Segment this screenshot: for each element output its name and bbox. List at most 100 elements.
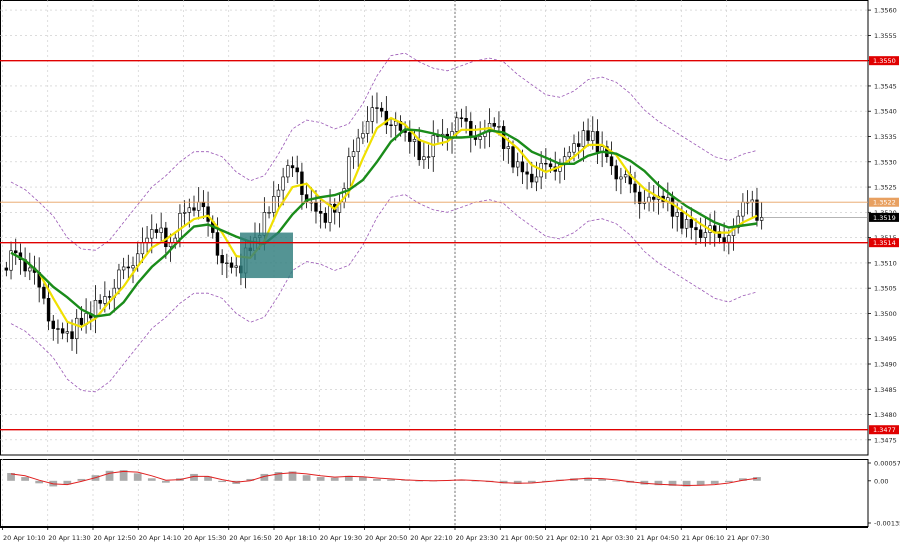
candlestick — [94, 285, 97, 333]
candle-body — [108, 297, 111, 298]
candlestick — [751, 191, 754, 218]
candle-body — [366, 121, 369, 133]
price-tick-label: 1.3480 — [874, 411, 897, 419]
candle-body — [568, 152, 571, 157]
histogram-bar — [106, 471, 114, 481]
candle-body — [28, 268, 31, 271]
candlestick — [361, 121, 364, 144]
candle-body — [544, 163, 547, 164]
candle-body — [460, 118, 463, 119]
candle-body — [408, 132, 411, 141]
candle-body — [723, 238, 726, 243]
candlestick — [296, 156, 299, 184]
candlestick — [380, 102, 383, 117]
histogram-bar — [697, 481, 705, 485]
candle-body — [197, 202, 200, 210]
candlestick — [66, 323, 69, 343]
candle-body — [272, 196, 275, 212]
candlestick — [75, 309, 78, 354]
time-tick-label: 20 Apr 16:50 — [229, 534, 271, 542]
candle-body — [652, 197, 655, 199]
candle-body — [160, 228, 163, 233]
candlestick — [127, 255, 130, 280]
candle-body — [413, 139, 416, 141]
histogram-bar — [331, 478, 339, 481]
candle-body — [216, 233, 219, 256]
candlestick — [193, 196, 196, 217]
price-tick-label: 1.3525 — [874, 184, 897, 192]
candlestick — [643, 190, 646, 209]
candle-body — [80, 318, 83, 324]
candle-body — [582, 131, 585, 147]
candlestick — [5, 262, 8, 276]
oscillator-panel: 0.000570.00-0.00135 — [1, 459, 900, 528]
candlestick — [52, 315, 55, 341]
candlestick — [652, 185, 655, 212]
candle-body — [5, 268, 8, 270]
time-tick-label: 21 Apr 02:10 — [546, 534, 588, 542]
price-tick-label: 1.3555 — [874, 32, 897, 40]
price-level-label: 1.3477 — [873, 426, 896, 434]
candle-body — [741, 202, 744, 216]
candle-body — [207, 207, 210, 222]
candle-body — [150, 230, 153, 239]
price-level-label: 1.3550 — [873, 57, 896, 65]
candle-body — [300, 172, 303, 195]
main-price-panel: 1.34751.34801.34851.34901.34951.35001.35… — [0, 0, 899, 455]
candle-body — [286, 166, 289, 177]
candle-body — [66, 332, 69, 334]
candle-body — [103, 297, 106, 304]
candlestick — [38, 257, 41, 302]
candle-body — [361, 133, 364, 138]
price-tick-label: 1.3510 — [874, 259, 897, 267]
price-tick-label: 1.3560 — [874, 7, 897, 15]
candlestick — [554, 152, 557, 181]
candle-body — [352, 152, 355, 157]
candle-body — [347, 157, 350, 189]
price-tick-label: 1.3540 — [874, 108, 897, 116]
candle-body — [155, 230, 158, 233]
candle-body — [61, 329, 64, 334]
candlestick — [221, 249, 224, 275]
candlestick — [718, 225, 721, 243]
time-tick-label: 20 Apr 19:30 — [320, 534, 362, 542]
histogram-bar — [725, 481, 733, 482]
time-tick-label: 20 Apr 20:50 — [365, 534, 407, 542]
candle-body — [479, 137, 482, 140]
price-tick-label: 1.3505 — [874, 285, 897, 293]
time-tick-label: 21 Apr 03:30 — [591, 534, 633, 542]
candle-body — [704, 233, 707, 238]
candle-body — [699, 230, 702, 238]
candlestick — [235, 257, 238, 277]
candle-body — [230, 263, 233, 268]
histogram-bar — [21, 477, 29, 481]
candlestick — [230, 257, 233, 274]
candle-body — [535, 177, 538, 182]
candlestick — [146, 226, 149, 255]
candle-body — [179, 213, 182, 238]
candlestick — [85, 298, 88, 333]
candle-body — [727, 236, 730, 243]
candle-body — [493, 123, 496, 126]
candle-body — [324, 213, 327, 222]
candle-body — [390, 125, 393, 126]
candle-body — [52, 321, 55, 329]
candle-body — [291, 166, 294, 168]
price-tick-label: 1.3535 — [874, 133, 897, 141]
candle-body — [432, 135, 435, 156]
candlestick — [268, 206, 271, 218]
candle-body — [422, 157, 425, 160]
candlestick — [207, 192, 210, 237]
candle-body — [680, 212, 683, 228]
time-tick-label: 20 Apr 22:10 — [410, 534, 452, 542]
candle-body — [221, 255, 224, 263]
candle-body — [455, 118, 458, 132]
candle-body — [282, 177, 285, 190]
candlestick — [57, 320, 60, 344]
candle-body — [610, 157, 613, 166]
candlestick — [699, 218, 702, 244]
candlestick — [10, 242, 13, 280]
candlestick — [197, 187, 200, 219]
candlestick — [620, 168, 623, 194]
candlestick — [225, 254, 228, 278]
